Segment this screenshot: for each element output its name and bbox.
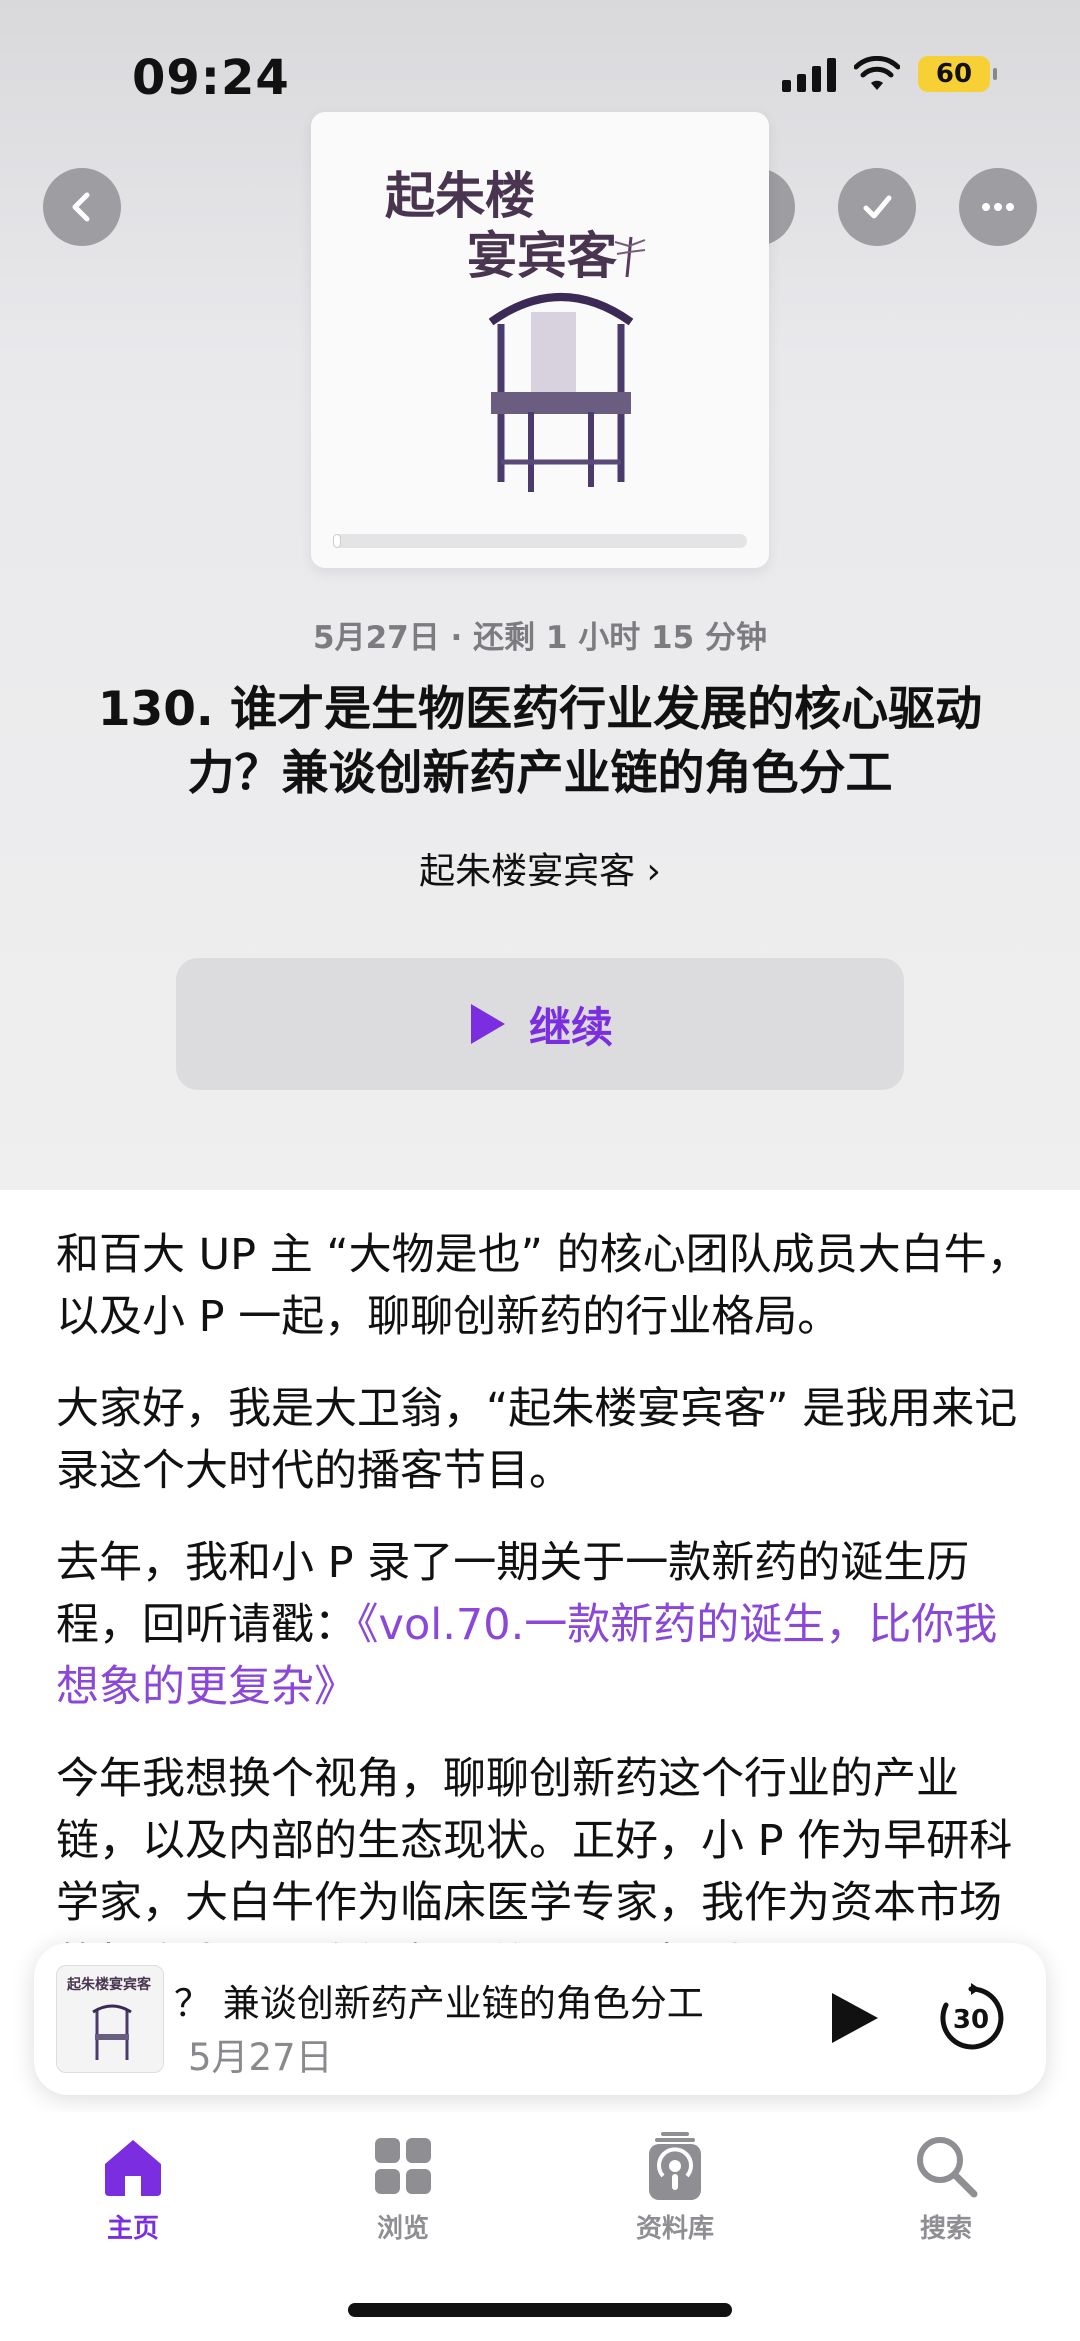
continue-label: 继续	[528, 1002, 613, 1052]
search-icon	[917, 2137, 978, 2198]
playback-progress-fill	[333, 534, 342, 548]
mini-player-date: 5月27日	[188, 2036, 333, 2079]
mini-player-artwork: 起朱楼宴宾客	[56, 1965, 164, 2073]
episode-header: 09:24 60 起朱楼 宴宾客 5月27日 · 还剩 1 小时 15 分钟 1…	[0, 0, 1080, 1190]
description-paragraph: 大家好，我是大卫翁，“起朱楼宴宾客” 是我用来记录这个大时代的播客节目。	[56, 1384, 1018, 1496]
tab-search[interactable]: 搜索	[856, 2130, 1036, 2245]
tab-label: 浏览	[376, 2214, 429, 2244]
description-paragraph: 和百大 UP 主 “大物是也” 的核心团队成员大白牛，以及小 P 一起，聊聊创新…	[56, 1230, 1030, 1342]
playback-progress-bar	[333, 534, 747, 548]
continue-button[interactable]: 继续	[176, 958, 904, 1090]
wifi-icon	[854, 56, 900, 90]
tab-home[interactable]: 主页	[43, 2130, 223, 2245]
tab-label: 搜索	[919, 2214, 972, 2244]
play-icon	[470, 1004, 505, 1044]
grid-icon	[375, 2138, 431, 2194]
library-icon	[649, 2132, 701, 2200]
chair-illustration	[92, 2004, 132, 2060]
mini-player-title: ？ 兼谈创新药产业链的角色分工	[174, 1982, 704, 2025]
chevron-left-icon	[72, 192, 90, 222]
description-paragraph: 去年，我和小 P 录了一期关于一款新药的诞生历程，回听请戳：《vol.70.一款…	[56, 1532, 1036, 1718]
mark-played-button[interactable]	[838, 168, 916, 246]
house-icon	[105, 2140, 161, 2196]
cellular-signal-icon	[782, 56, 836, 92]
episode-artwork: 起朱楼 宴宾客	[311, 112, 769, 568]
checkmark-icon	[863, 195, 892, 219]
show-name-link[interactable]: 起朱楼宴宾客 ›	[0, 842, 1080, 894]
back-button[interactable]	[43, 168, 121, 246]
chair-illustration	[488, 293, 634, 492]
episode-description: 和百大 UP 主 “大物是也” 的核心团队成员大白牛，以及小 P 一起，聊聊创新…	[56, 1224, 1036, 2026]
tab-browse[interactable]: 浏览	[313, 2130, 493, 2245]
more-options-button[interactable]	[959, 168, 1037, 246]
tab-library[interactable]: 资料库	[585, 2130, 765, 2245]
skip-seconds-label: 30	[953, 2005, 989, 2035]
ellipsis-icon	[982, 203, 1014, 211]
episode-meta: 5月27日 · 还剩 1 小时 15 分钟	[313, 620, 767, 656]
battery-indicator: 60	[918, 56, 997, 92]
mini-player[interactable]: 起朱楼宴宾客 ？ 兼谈创新药产业链的角色分工 5月27日 30	[34, 1943, 1046, 2095]
dragonfly-illustration	[614, 236, 646, 278]
mini-artwork-title: 起朱楼宴宾客	[67, 1977, 151, 1993]
tab-label: 资料库	[635, 2214, 714, 2244]
status-icons: 60	[782, 56, 997, 92]
skip-forward-30-button[interactable]: 30	[934, 1981, 1008, 2055]
tab-label: 主页	[106, 2214, 159, 2244]
home-indicator	[348, 2303, 732, 2317]
status-time: 09:24	[132, 50, 290, 106]
play-button[interactable]	[818, 1983, 888, 2053]
episode-title: 130. 谁才是生物医药行业发展的核心驱动力？兼谈创新药产业链的角色分工	[97, 682, 983, 801]
